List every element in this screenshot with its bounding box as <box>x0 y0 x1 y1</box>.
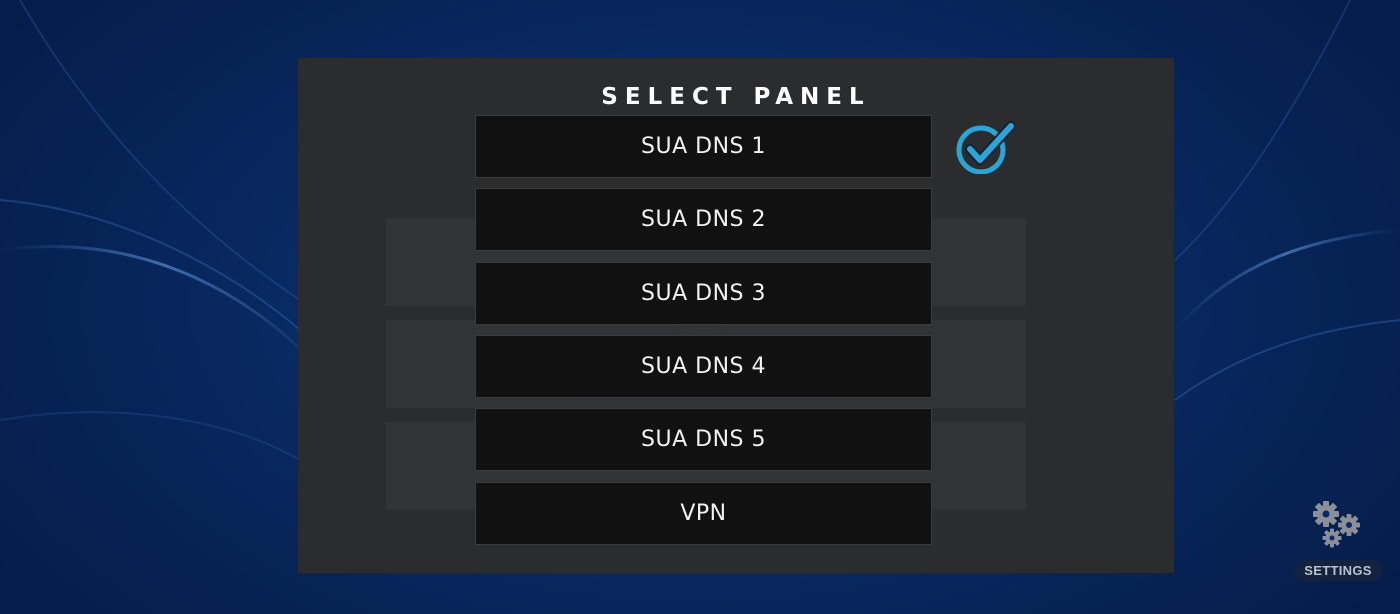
panel-option-sua-dns-5[interactable]: SUA DNS 5 <box>475 408 932 471</box>
panel-option-sua-dns-3[interactable]: SUA DNS 3 <box>475 262 932 325</box>
checkmark-circle-icon <box>956 121 1015 174</box>
panel-option-sua-dns-4[interactable]: SUA DNS 4 <box>475 335 932 398</box>
panel-option-vpn[interactable]: VPN <box>475 482 932 545</box>
gears-icon <box>1313 501 1360 548</box>
select-panel-dialog: SELECT PANEL SUA DNS 1 SUA DNS 2 SUA DNS… <box>298 58 1174 573</box>
dialog-title: SELECT PANEL <box>601 84 871 110</box>
settings-label: SETTINGS <box>1294 560 1382 581</box>
settings-button[interactable]: SETTINGS <box>1294 500 1382 582</box>
panel-option-sua-dns-2[interactable]: SUA DNS 2 <box>475 188 932 251</box>
panel-option-sua-dns-1[interactable]: SUA DNS 1 <box>475 115 932 178</box>
